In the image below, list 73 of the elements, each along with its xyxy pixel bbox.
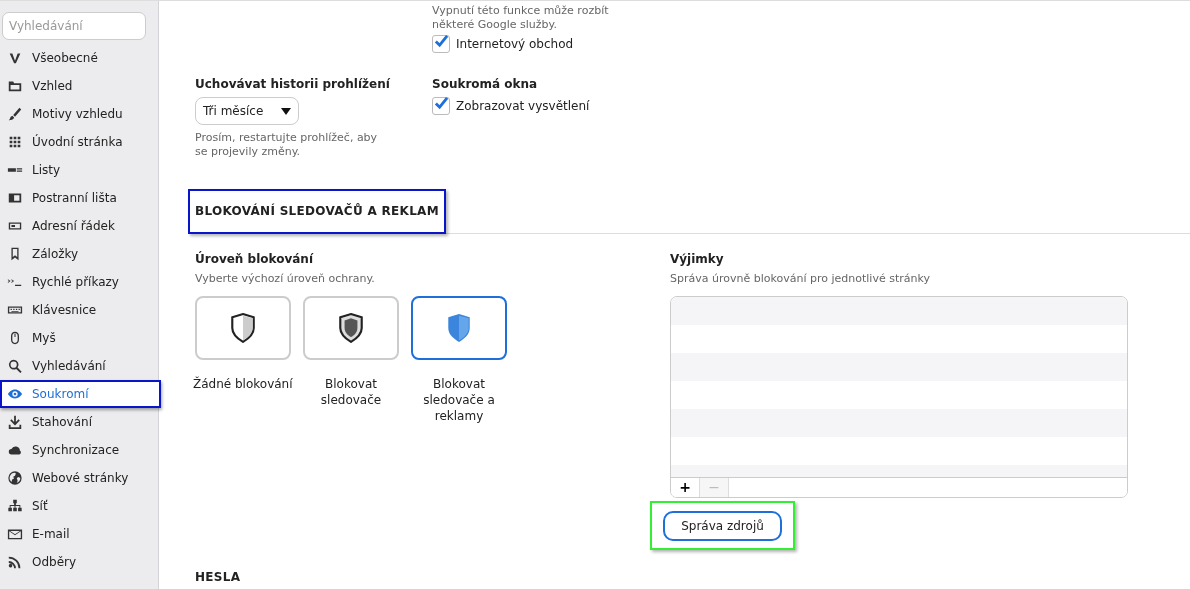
sidebar-label: Všeobecné [32, 51, 98, 65]
sidebar-item[interactable]: Soukromí [0, 380, 161, 408]
sidebar-item[interactable]: Myš [0, 324, 161, 352]
sidebar-item[interactable]: Postranní lišta [0, 184, 161, 212]
sidebar-label: Záložky [32, 247, 79, 261]
sidebar-icon [7, 554, 23, 570]
checkbox[interactable] [432, 97, 450, 115]
sidebar-item[interactable]: Úvodní stránka [0, 128, 161, 156]
sidebar-label: Odběry [32, 555, 77, 569]
sidebar-item[interactable]: E-mail [0, 520, 161, 548]
sidebar-label: Myš [32, 331, 56, 345]
search-field[interactable]: Vyhledávání [2, 12, 146, 40]
sidebar-label: Postranní lišta [32, 191, 117, 205]
sidebar-label: Stahování [32, 415, 93, 429]
restart-note: Prosím, restartujte prohlížeč, aby se projevily změny. [195, 131, 379, 159]
checkmark-icon [434, 95, 449, 112]
dropdown-caret-icon [281, 107, 291, 115]
sidebar-label: Vyhledávání [32, 359, 106, 373]
sidebar-icon [7, 106, 23, 122]
sidebar-item[interactable]: Všeobecné [0, 44, 161, 72]
section-heading: BLOKOVÁNÍ SLEDOVAČŮ A REKLAM [188, 189, 446, 234]
sidebar-item[interactable]: Rychlé příkazy [0, 268, 161, 296]
sidebar-icon [7, 498, 23, 514]
setting-description: Správa úrovně blokování pro jednotlivé stránky [670, 272, 931, 285]
setting-label: Výjimky [670, 252, 725, 266]
sidebar-label: Adresní řádek [32, 219, 115, 233]
checkbox-label: Zobrazovat vysvětlení [456, 99, 590, 113]
sidebar-label: Motivy vzhledu [32, 107, 123, 121]
checkbox[interactable] [432, 35, 450, 53]
sidebar-item[interactable]: Síť [0, 492, 161, 520]
blocking-level-option[interactable] [411, 296, 507, 360]
history-dropdown[interactable]: Tři měsíce [195, 97, 299, 125]
sidebar-label: Síť [32, 499, 48, 513]
sidebar-item[interactable]: Listy [0, 156, 161, 184]
checkmark-icon [434, 33, 449, 50]
option-label: Žádné blokování [193, 376, 293, 392]
setting-label: Úroveň blokování [195, 252, 315, 266]
sidebar-item[interactable]: Stahování [0, 408, 161, 436]
option-label: Blokovat sledovače a reklamy [422, 376, 496, 424]
sidebar-label: Synchronizace [32, 443, 120, 457]
setting-label: Soukromá okna [432, 77, 539, 91]
sidebar-icon [7, 134, 23, 150]
setting-label: Uchovávat historii prohlížení [195, 77, 391, 91]
sidebar-label: Vzhled [32, 79, 73, 93]
sidebar-icon [7, 358, 23, 374]
sidebar-item[interactable]: Vzhled [0, 72, 161, 100]
add-button[interactable]: + [671, 478, 700, 497]
sidebar-label: Úvodní stránka [32, 135, 123, 149]
setting-description: Vyberte výchozí úroveň ochrany. [195, 272, 376, 285]
sidebar-item[interactable]: Vyhledávání [0, 352, 161, 380]
shield-icon [230, 313, 256, 343]
warning-note: Vypnutí této funkce může rozbít některé Google služby. [432, 3, 610, 32]
sidebar-label: Klávesnice [32, 303, 97, 317]
sidebar-label: Listy [32, 163, 61, 177]
section-heading: HESLA [195, 570, 242, 584]
sidebar-item[interactable]: Odběry [0, 548, 161, 576]
sidebar-item[interactable]: Adresní řádek [0, 212, 161, 240]
sidebar-item[interactable]: Klávesnice [0, 296, 161, 324]
sidebar-icon [7, 470, 23, 486]
option-label: Blokovat sledovače [319, 376, 383, 408]
sidebar-label: E-mail [32, 527, 70, 541]
sidebar-item[interactable]: Synchronizace [0, 436, 161, 464]
sidebar-label: Rychlé příkazy [32, 275, 119, 289]
checkbox-label: Internetový obchod [456, 37, 574, 51]
sidebar-item[interactable]: Webové stránky [0, 464, 161, 492]
sidebar-label: Soukromí [32, 387, 89, 401]
manage-sources-button[interactable]: Správa zdrojů [663, 510, 782, 541]
shield-icon [338, 313, 364, 343]
sidebar-icon [7, 414, 23, 430]
sidebar-item[interactable]: Záložky [0, 240, 161, 268]
sidebar-label: Webové stránky [32, 471, 129, 485]
shield-icon [446, 313, 472, 343]
sidebar-item[interactable]: Motivy vzhledu [0, 100, 161, 128]
